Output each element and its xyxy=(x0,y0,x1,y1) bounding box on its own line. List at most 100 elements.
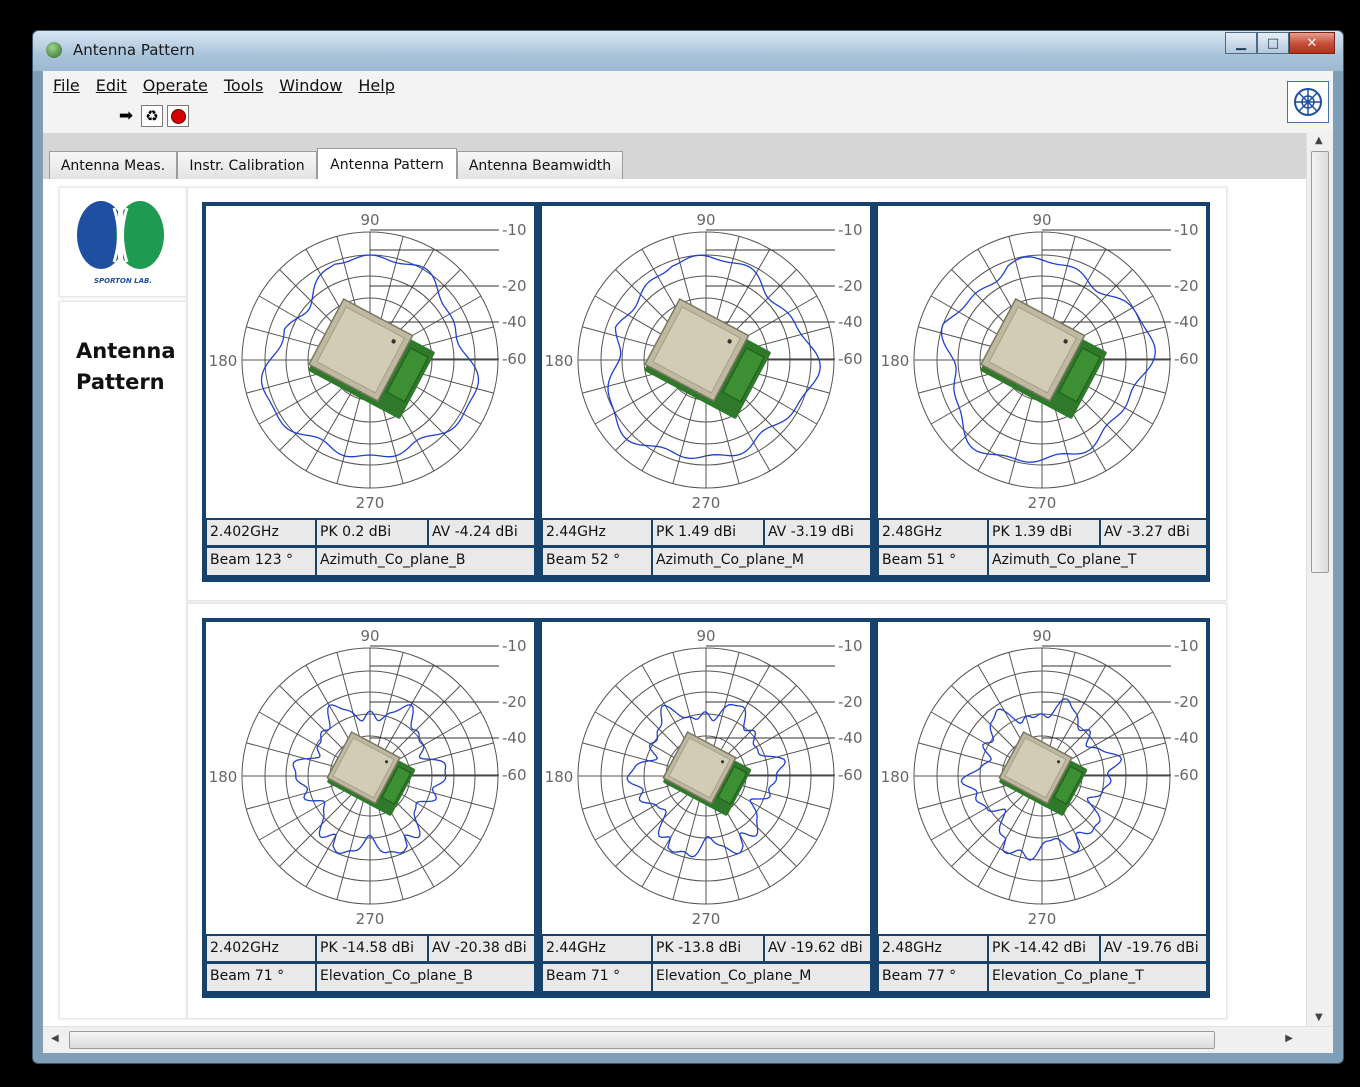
plane-name-label: Azimuth_Co_plane_T xyxy=(989,548,1206,575)
beam-angle-label: Beam 51 ° xyxy=(879,548,987,575)
tab-antenna-beamwidth[interactable]: Antenna Beamwidth xyxy=(457,151,623,179)
horizontal-scroll-thumb[interactable] xyxy=(69,1031,1215,1049)
arrow-right-icon: ➡ xyxy=(118,106,134,126)
chart-cell-0: 90 180 270 -10 -20 -40 -60 2.402GHz PK 0.2 dBi AV… xyxy=(206,206,534,578)
ring-label-10: -10 xyxy=(1174,637,1199,655)
recycle-icon: ♻ xyxy=(145,107,159,125)
chart-cell-1: 90 180 270 -10 -20 -40 -60 2.44GHz PK 1.49 dBi AV… xyxy=(542,206,870,578)
menu-tools[interactable]: Tools xyxy=(224,76,263,95)
ring-label-20: -20 xyxy=(1174,277,1199,295)
average-gain-label: AV -19.76 dBi xyxy=(1101,936,1206,961)
chart-cell-5: 90 180 270 -10 -20 -40 -60 2.48GHz PK -14.42 dBi… xyxy=(878,622,1206,994)
context-help-button[interactable] xyxy=(1287,81,1329,123)
chart-cell-3: 90 180 270 -10 -20 -40 -60 2.402GHz PK -14.58 dB… xyxy=(206,622,534,994)
maximize-icon: □ xyxy=(1266,35,1280,51)
menu-window[interactable]: Window xyxy=(279,76,342,95)
frequency-label: 2.402GHz xyxy=(207,936,315,961)
angle-label-180: 180 xyxy=(209,768,238,786)
peak-gain-label: PK -14.58 dBi xyxy=(317,936,427,961)
beam-angle-label: Beam 77 ° xyxy=(879,964,987,991)
polar-plot: 90 180 270 -10 -20 -40 -60 xyxy=(545,211,863,512)
average-gain-label: AV -19.62 dBi xyxy=(765,936,870,961)
angle-label-270: 270 xyxy=(692,910,721,928)
azimuth-group: 90 180 270 -10 -20 -40 -60 2.402GHz PK 0.2 dBi AV… xyxy=(202,202,1210,582)
stop-button[interactable] xyxy=(167,105,189,127)
polar-plot: 90 180 270 -10 -20 -40 -60 xyxy=(209,211,527,512)
logo-panel: SPORTON LAB. xyxy=(59,187,187,297)
title-bar[interactable]: Antenna Pattern ▁ □ ✕ xyxy=(33,31,1343,71)
polar-grid-spoke xyxy=(1051,664,1107,759)
scroll-up-icon[interactable]: ▲ xyxy=(1315,135,1323,146)
chart-info-table: 2.48GHz PK -14.42 dBi AV -19.76 dBi Beam 77… xyxy=(878,934,1206,994)
tab-antenna-meas[interactable]: Antenna Meas. xyxy=(49,151,177,179)
polar-plot: 90 180 270 -10 -20 -40 -60 xyxy=(881,211,1199,512)
frequency-label: 2.44GHz xyxy=(543,520,651,545)
polar-plot: 90 180 270 -10 -20 -40 -60 xyxy=(545,627,863,928)
angle-label-270: 270 xyxy=(692,494,721,512)
stop-icon xyxy=(170,108,186,124)
plane-name-label: Elevation_Co_plane_M xyxy=(653,964,870,991)
scroll-right-icon[interactable]: ▶ xyxy=(1285,1033,1293,1044)
plane-name-label: Elevation_Co_plane_B xyxy=(317,964,534,991)
scroll-down-icon[interactable]: ▼ xyxy=(1315,1012,1323,1023)
ring-label-60: -60 xyxy=(502,350,527,368)
ring-label-60: -60 xyxy=(1174,766,1199,784)
polar-grid-spoke xyxy=(715,664,771,759)
toolbar: ➡ ♻ xyxy=(43,99,1333,134)
angle-label-90: 90 xyxy=(1032,211,1051,229)
beam-angle-label: Beam 71 ° xyxy=(207,964,315,991)
plane-name-label: Azimuth_Co_plane_M xyxy=(653,548,870,575)
peak-gain-label: PK -14.42 dBi xyxy=(989,936,1099,961)
angle-label-270: 270 xyxy=(356,910,385,928)
horizontal-scrollbar[interactable]: ◀ ▶ xyxy=(43,1026,1333,1053)
chart-info-table: 2.48GHz PK 1.39 dBi AV -3.27 dBi Beam 51 ° A… xyxy=(878,518,1206,578)
vertical-scrollbar[interactable]: ▲ ▼ xyxy=(1306,133,1333,1027)
ring-label-40: -40 xyxy=(502,313,527,331)
run-continuous-button[interactable]: ♻ xyxy=(141,105,163,127)
tab-content: SPORTON LAB. Antenna Pattern 90 180 270 -10… xyxy=(43,179,1307,1027)
menu-file[interactable]: File xyxy=(53,76,80,95)
chart-info-table: 2.402GHz PK -14.58 dBi AV -20.38 dBi Beam 7… xyxy=(206,934,534,994)
polar-grid-spoke xyxy=(305,793,361,888)
peak-gain-label: PK 1.39 dBi xyxy=(989,520,1099,545)
ring-label-60: -60 xyxy=(502,766,527,784)
minimize-button[interactable]: ▁ xyxy=(1225,32,1257,54)
close-button[interactable]: ✕ xyxy=(1289,32,1335,54)
frequency-label: 2.402GHz xyxy=(207,520,315,545)
menu-edit[interactable]: Edit xyxy=(96,76,127,95)
average-gain-label: AV -3.27 dBi xyxy=(1101,520,1206,545)
run-button[interactable]: ➡ xyxy=(115,105,137,127)
polar-grid-spoke xyxy=(723,711,818,767)
globe-grid-icon xyxy=(1294,88,1322,116)
ring-label-40: -40 xyxy=(502,729,527,747)
angle-label-180: 180 xyxy=(209,352,238,370)
vertical-scroll-thumb[interactable] xyxy=(1311,151,1329,573)
ring-label-40: -40 xyxy=(838,313,863,331)
tab-instr-calibration[interactable]: Instr. Calibration xyxy=(177,151,317,179)
ring-label-10: -10 xyxy=(502,221,527,239)
ring-label-60: -60 xyxy=(838,766,863,784)
polar-plot: 90 180 270 -10 -20 -40 -60 xyxy=(881,627,1199,928)
polar-grid-spoke xyxy=(615,789,693,867)
angle-label-270: 270 xyxy=(356,494,385,512)
scroll-left-icon[interactable]: ◀ xyxy=(51,1033,59,1044)
frequency-label: 2.44GHz xyxy=(543,936,651,961)
average-gain-label: AV -3.19 dBi xyxy=(765,520,870,545)
angle-label-270: 270 xyxy=(1028,494,1057,512)
frequency-label: 2.48GHz xyxy=(879,520,987,545)
angle-label-90: 90 xyxy=(360,211,379,229)
window-title: Antenna Pattern xyxy=(73,41,195,59)
beam-angle-label: Beam 123 ° xyxy=(207,548,315,575)
ring-label-60: -60 xyxy=(1174,350,1199,368)
polar-grid-spoke xyxy=(641,793,697,888)
angle-label-90: 90 xyxy=(696,211,715,229)
menu-help[interactable]: Help xyxy=(358,76,394,95)
menu-operate[interactable]: Operate xyxy=(143,76,208,95)
azimuth-panel: 90 180 270 -10 -20 -40 -60 2.402GHz PK 0.2 dBi AV… xyxy=(187,187,1227,601)
angle-label-180: 180 xyxy=(881,768,910,786)
tab-antenna-pattern[interactable]: Antenna Pattern xyxy=(317,148,457,181)
chart-cell-4: 90 180 270 -10 -20 -40 -60 2.44GHz PK -13.8 dBi A… xyxy=(542,622,870,994)
heading-panel: Antenna Pattern xyxy=(59,301,187,1019)
maximize-button[interactable]: □ xyxy=(1257,32,1289,54)
app-logo-icon xyxy=(46,42,62,58)
